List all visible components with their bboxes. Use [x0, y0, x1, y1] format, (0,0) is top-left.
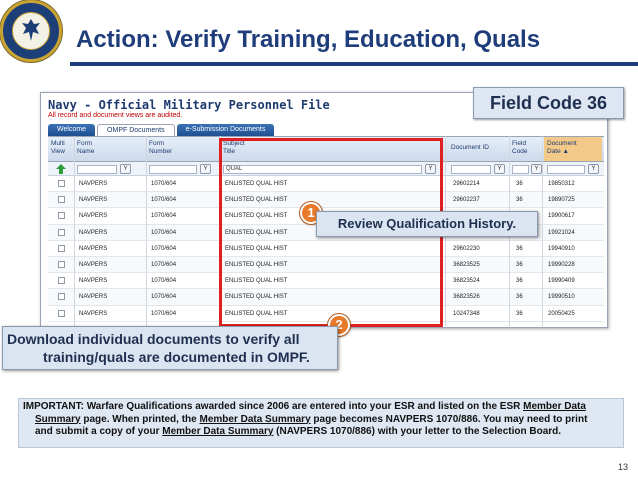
- multi-view-checkbox[interactable]: [58, 277, 65, 285]
- tab-welcome[interactable]: Welcome: [48, 124, 96, 136]
- document-date-cell: 19990228: [548, 261, 575, 268]
- note-line-3: and submit a copy of your Member Data Su…: [23, 426, 619, 439]
- audit-notice: All record and document views are audite…: [48, 112, 183, 119]
- form-number-cell: 1070/604: [151, 229, 177, 236]
- form-name-cell: NAVPERS: [79, 278, 108, 285]
- document-date-cell: 19900617: [548, 213, 575, 220]
- field-code-cell: 36: [516, 261, 523, 268]
- col-document-date[interactable]: Document Date ▲: [544, 137, 602, 161]
- multi-view-checkbox[interactable]: [58, 293, 65, 301]
- member-data-summary-link[interactable]: Summary: [35, 414, 81, 425]
- note-line-2: Summary page. When printed, the Member D…: [23, 414, 619, 427]
- column-divider: [146, 136, 147, 326]
- form-name-cell: NAVPERS: [79, 197, 108, 204]
- field-code-cell: 36: [516, 294, 523, 301]
- document-id-cell: 36823525: [453, 261, 480, 268]
- callout-line-1: Download individual documents to verify …: [7, 331, 300, 347]
- filter-icon[interactable]: Y: [120, 164, 131, 174]
- field-code-cell: 36: [516, 310, 523, 317]
- document-date-cell: 20050425: [548, 310, 575, 317]
- document-id-cell: 36823524: [453, 278, 480, 285]
- form-name-cell: NAVPERS: [79, 294, 108, 301]
- document-id-cell: 10247348: [453, 310, 480, 317]
- document-date-cell: 19990510: [548, 294, 575, 301]
- callout-download-documents: Download individual documents to verify …: [2, 326, 338, 370]
- form-name-cell: NAVPERS: [79, 213, 108, 220]
- document-id-cell: 29602214: [453, 181, 480, 187]
- multi-view-checkbox[interactable]: [58, 260, 65, 268]
- form-name-filter-input[interactable]: [77, 165, 117, 174]
- form-name-cell: NAVPERS: [79, 245, 108, 252]
- form-name-cell: NAVPERS: [79, 261, 108, 268]
- slide-title: Action: Verify Training, Education, Qual…: [76, 26, 541, 53]
- form-number-cell: 1070/604: [151, 278, 177, 285]
- form-number-cell: 1070/604: [151, 245, 177, 252]
- tab-e-submission-documents[interactable]: e-Submission Documents: [176, 124, 275, 136]
- field-code-label: Field Code 36: [473, 87, 624, 119]
- form-number-cell: 1070/604: [151, 294, 177, 301]
- document-id-cell: 36823526: [453, 294, 480, 301]
- form-number-filter-input[interactable]: [149, 165, 197, 174]
- form-number-cell: 1070/604: [151, 197, 177, 204]
- field-code-cell: 36: [516, 181, 523, 187]
- form-name-cell: NAVPERS: [79, 181, 108, 187]
- form-number-cell: 1070/604: [151, 181, 177, 187]
- document-date-cell: 19850312: [548, 181, 575, 187]
- callout-line-2: training/quals are documented in OMPF.: [43, 349, 310, 365]
- document-id-filter-input[interactable]: [451, 165, 491, 174]
- document-date-cell: 19990409: [548, 278, 575, 285]
- document-id-cell: 29602230: [453, 245, 480, 252]
- title-divider: [70, 62, 638, 66]
- col-form-name[interactable]: Form Name: [77, 140, 94, 156]
- col-form-number[interactable]: Form Number: [149, 140, 172, 156]
- note-text: page becomes NAVPERS 1070/886. You may n…: [310, 413, 588, 425]
- ompf-title: Navy - Official Military Personnel File: [48, 98, 330, 112]
- filter-icon[interactable]: Y: [200, 164, 211, 174]
- column-divider: [542, 136, 543, 326]
- form-number-cell: 1070/604: [151, 310, 177, 317]
- multi-view-checkbox[interactable]: [58, 180, 65, 187]
- field-code-cell: 36: [516, 197, 523, 204]
- important-note: IMPORTANT: Warfare Qualifications awarde…: [18, 398, 624, 448]
- member-data-summary-link[interactable]: Member Data Summary: [162, 426, 273, 437]
- note-text: (NAVPERS 1070/886) with your letter to t…: [273, 426, 562, 437]
- filter-icon[interactable]: Y: [494, 164, 505, 174]
- multi-view-checkbox[interactable]: [58, 228, 65, 236]
- tab-bar: Welcome OMPF Documents e-Submission Docu…: [48, 124, 275, 136]
- filter-icon[interactable]: Y: [531, 164, 542, 174]
- navy-seal-logo: [0, 0, 62, 62]
- col-field-code[interactable]: Field Code: [512, 140, 528, 156]
- form-name-cell: NAVPERS: [79, 310, 108, 317]
- col-multi-view[interactable]: Multi View: [51, 140, 65, 156]
- eagle-icon: [22, 19, 40, 41]
- col-document-id[interactable]: Document ID: [451, 144, 489, 152]
- document-date-cell: 19940910: [548, 245, 575, 252]
- field-code-filter-input[interactable]: [512, 165, 529, 174]
- note-text: and submit a copy of your: [35, 426, 163, 437]
- callout-review-qualification: Review Qualification History.: [316, 211, 538, 237]
- filter-icon[interactable]: Y: [588, 164, 599, 174]
- note-text: page. When printed, the: [80, 413, 200, 425]
- member-data-summary-link[interactable]: Member Data: [523, 401, 586, 412]
- upload-arrow-icon[interactable]: [56, 164, 66, 174]
- multi-view-checkbox[interactable]: [58, 309, 65, 317]
- document-date-cell: 19890725: [548, 197, 575, 204]
- multi-view-checkbox[interactable]: [58, 244, 65, 252]
- document-date-cell: 19921024: [548, 229, 575, 236]
- tab-ompf-documents[interactable]: OMPF Documents: [97, 124, 175, 136]
- form-number-cell: 1070/604: [151, 261, 177, 268]
- note-text: IMPORTANT: Warfare Qualifications awarde…: [23, 401, 524, 412]
- multi-view-checkbox[interactable]: [58, 212, 65, 220]
- page-number: 13: [618, 462, 629, 472]
- field-code-cell: 36: [516, 245, 523, 252]
- document-id-cell: 29602237: [453, 197, 480, 204]
- multi-view-checkbox[interactable]: [58, 196, 65, 204]
- field-code-cell: 36: [516, 278, 523, 285]
- document-date-filter-input[interactable]: [547, 165, 585, 174]
- column-divider: [74, 136, 75, 326]
- form-name-cell: NAVPERS: [79, 229, 108, 236]
- form-number-cell: 1070/604: [151, 213, 177, 220]
- member-data-summary-link[interactable]: Member Data Summary: [199, 414, 310, 425]
